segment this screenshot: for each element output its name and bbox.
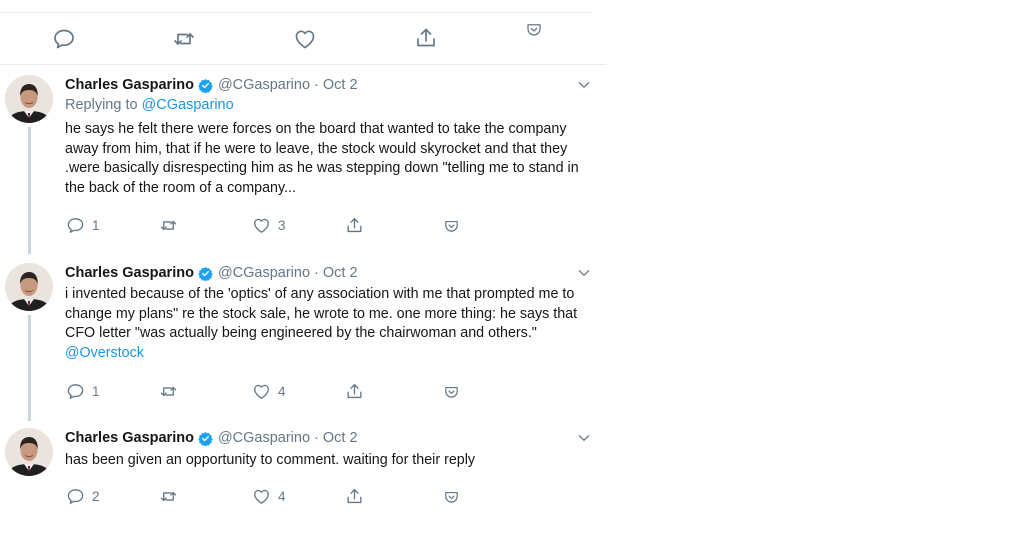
retweet-icon bbox=[172, 27, 196, 51]
tweet-header: Charles Gasparino @CGasparino · Oct 2 bbox=[65, 263, 358, 283]
tweet-thread: Charles Gasparino @CGasparino · Oct 2 Re… bbox=[0, 0, 606, 547]
heart-icon bbox=[293, 27, 317, 51]
like-button[interactable] bbox=[293, 27, 317, 51]
reply-icon bbox=[52, 27, 76, 51]
like-count: 4 bbox=[278, 488, 286, 504]
retweet-button[interactable] bbox=[172, 27, 196, 51]
retweet-icon bbox=[159, 382, 178, 401]
save-to-pocket-button[interactable] bbox=[443, 487, 460, 507]
separator: · bbox=[314, 430, 319, 446]
previous-tweet-actions bbox=[0, 26, 606, 52]
tweet[interactable]: Charles Gasparino @CGasparino · Oct 2 Re… bbox=[0, 75, 606, 240]
like-button[interactable]: 4 bbox=[252, 381, 286, 401]
share-button[interactable] bbox=[345, 215, 364, 235]
like-button[interactable]: 3 bbox=[252, 215, 286, 235]
pocket-icon bbox=[443, 489, 460, 506]
tweet[interactable]: Charles Gasparino @CGasparino · Oct 2 ha… bbox=[0, 428, 606, 518]
avatar[interactable] bbox=[5, 428, 53, 476]
share-icon bbox=[414, 26, 438, 50]
share-button[interactable] bbox=[345, 486, 364, 506]
author-name[interactable]: Charles Gasparino bbox=[65, 77, 194, 93]
tweet-text: i invented because of the 'optics' of an… bbox=[65, 285, 590, 364]
tweet-text-body: i invented because of the 'optics' of an… bbox=[65, 286, 578, 342]
author-handle[interactable]: @CGasparino bbox=[218, 77, 310, 93]
chevron-down-icon bbox=[576, 80, 592, 97]
mention-link[interactable]: @Overstock bbox=[65, 345, 144, 361]
author-name[interactable]: Charles Gasparino bbox=[65, 430, 194, 446]
like-button[interactable]: 4 bbox=[252, 486, 286, 506]
tweet-text: has been given an opportunity to comment… bbox=[65, 452, 476, 468]
reply-count: 2 bbox=[92, 488, 100, 504]
author-name[interactable]: Charles Gasparino bbox=[65, 265, 194, 281]
replying-to: Replying to @CGasparino bbox=[65, 97, 234, 113]
divider bbox=[0, 12, 592, 13]
verified-badge-icon bbox=[198, 78, 213, 93]
avatar[interactable] bbox=[5, 263, 53, 311]
heart-icon bbox=[252, 382, 271, 401]
reply-button[interactable]: 2 bbox=[66, 486, 100, 506]
tweet[interactable]: Charles Gasparino @CGasparino · Oct 2 i … bbox=[0, 263, 606, 408]
tweet-date[interactable]: Oct 2 bbox=[323, 77, 358, 93]
reply-button[interactable]: 1 bbox=[66, 215, 100, 235]
save-to-pocket-button[interactable] bbox=[525, 21, 543, 39]
like-count: 3 bbox=[278, 217, 286, 233]
verified-badge-icon bbox=[198, 431, 213, 446]
author-handle[interactable]: @CGasparino bbox=[218, 265, 310, 281]
tweet-date[interactable]: Oct 2 bbox=[323, 430, 358, 446]
reply-icon bbox=[66, 487, 85, 506]
heart-icon bbox=[252, 216, 271, 235]
avatar[interactable] bbox=[5, 75, 53, 123]
retweet-icon bbox=[159, 216, 178, 235]
share-icon bbox=[345, 382, 364, 401]
verified-badge-icon bbox=[198, 266, 213, 281]
share-button[interactable] bbox=[414, 26, 438, 50]
save-to-pocket-button[interactable] bbox=[443, 382, 460, 402]
share-button[interactable] bbox=[345, 381, 364, 401]
retweet-button[interactable] bbox=[159, 215, 185, 235]
save-to-pocket-button[interactable] bbox=[443, 216, 460, 236]
tweet-header: Charles Gasparino @CGasparino · Oct 2 bbox=[65, 75, 358, 95]
reply-icon bbox=[66, 382, 85, 401]
reply-count: 1 bbox=[92, 217, 100, 233]
tweet-menu-button[interactable] bbox=[576, 77, 592, 98]
separator: · bbox=[314, 77, 319, 93]
share-icon bbox=[345, 487, 364, 506]
tweet-text: he says he felt there were forces on the… bbox=[65, 121, 579, 197]
tweet-date[interactable]: Oct 2 bbox=[323, 265, 358, 281]
share-icon bbox=[345, 216, 364, 235]
retweet-button[interactable] bbox=[159, 486, 185, 506]
reply-icon bbox=[66, 216, 85, 235]
pocket-icon bbox=[443, 384, 460, 401]
tweet-menu-button[interactable] bbox=[576, 265, 592, 286]
replying-to-label: Replying to bbox=[65, 97, 138, 113]
replying-to-link[interactable]: @CGasparino bbox=[142, 97, 234, 113]
separator: · bbox=[314, 265, 319, 281]
heart-icon bbox=[252, 487, 271, 506]
reply-button[interactable]: 1 bbox=[66, 381, 100, 401]
pocket-icon bbox=[443, 218, 460, 235]
tweet-header: Charles Gasparino @CGasparino · Oct 2 bbox=[65, 428, 358, 448]
like-count: 4 bbox=[278, 383, 286, 399]
chevron-down-icon bbox=[576, 268, 592, 285]
divider bbox=[0, 64, 606, 65]
pocket-icon bbox=[525, 21, 543, 39]
tweet-menu-button[interactable] bbox=[576, 430, 592, 451]
retweet-icon bbox=[159, 487, 178, 506]
chevron-down-icon bbox=[576, 433, 592, 450]
retweet-button[interactable] bbox=[159, 381, 185, 401]
author-handle[interactable]: @CGasparino bbox=[218, 430, 310, 446]
reply-button[interactable] bbox=[52, 27, 76, 51]
reply-count: 1 bbox=[92, 383, 100, 399]
